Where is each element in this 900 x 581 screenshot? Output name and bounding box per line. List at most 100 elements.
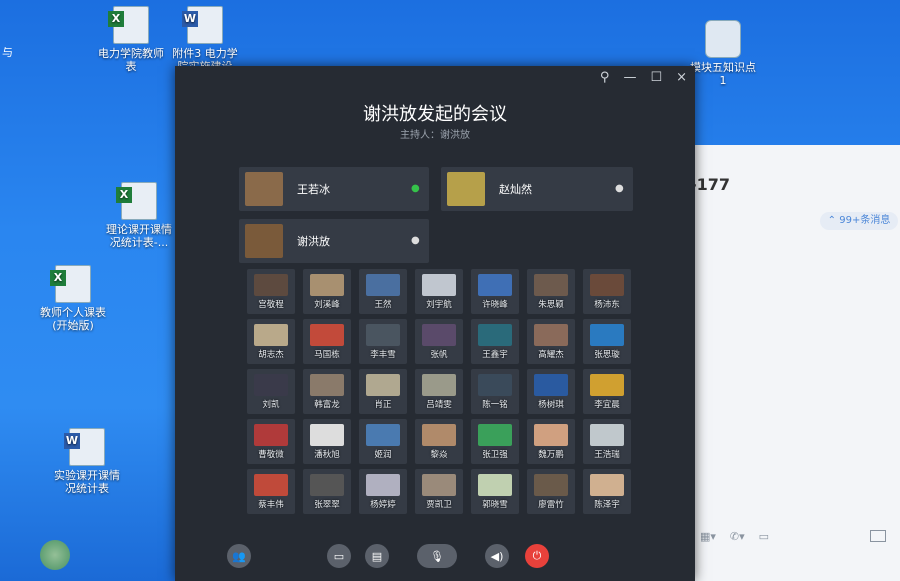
participant-tile[interactable]: 蔡丰伟 — [247, 469, 295, 514]
participant-tile[interactable]: 魏万鹏 — [527, 419, 575, 464]
participant-name: 陈泽宇 — [594, 500, 620, 510]
participant-name: 王然 — [374, 300, 392, 310]
speaker-tile[interactable]: 王若冰 ● — [239, 167, 429, 211]
avatar — [366, 374, 400, 396]
avatar — [245, 172, 283, 206]
participant-tile[interactable]: 张卫强 — [471, 419, 519, 464]
desktop-icon-teacher-table[interactable]: 电力学院教师 表 — [92, 6, 170, 73]
participant-tile[interactable]: 朱思颖 — [527, 269, 575, 314]
participant-tile[interactable]: 黎焱 — [415, 419, 463, 464]
close-button[interactable]: × — [676, 70, 687, 85]
participant-tile[interactable]: 杨沛东 — [583, 269, 631, 314]
participant-tile[interactable]: 马国栋 — [303, 319, 351, 364]
participant-tile[interactable]: 刘溪峰 — [303, 269, 351, 314]
desktop-icon-teacher-schedule[interactable]: 教师个人课表 (开始版) — [34, 265, 112, 332]
participant-tile[interactable]: 王浩瑞 — [583, 419, 631, 464]
background-chat-window[interactable]: -177 ⌃ 99+条消息 ▦▾ ✆▾ ▭ — [670, 145, 900, 581]
maximize-button[interactable]: ☐ — [650, 70, 662, 85]
participant-tile[interactable]: 韩富龙 — [303, 369, 351, 414]
participant-name: 许晓峰 — [482, 300, 508, 310]
chat-number-text: -177 — [690, 175, 731, 194]
pin-icon[interactable]: ⚲ — [600, 70, 610, 85]
speaker-tile[interactable]: 赵灿然 ● — [441, 167, 633, 211]
desktop-icon-lab-course[interactable]: 实验课开课情 况统计表 — [48, 428, 126, 495]
participant-tile[interactable]: 张思璇 — [583, 319, 631, 364]
participant-name: 吕靖雯 — [426, 400, 452, 410]
file-button[interactable]: ▤ — [365, 544, 389, 568]
participant-tile[interactable]: 廖雷竹 — [527, 469, 575, 514]
avatar — [590, 274, 624, 296]
participant-tile[interactable]: 郭晓雪 — [471, 469, 519, 514]
desktop-icon-label: 理论课开课情 况统计表-... — [106, 223, 172, 249]
mic-muted-icon: 🎙 — [430, 549, 444, 563]
window-controls: ⚲ — ☐ × — [600, 70, 687, 85]
participant-tile[interactable]: 陈泽宇 — [583, 469, 631, 514]
desktop-icon-theory-course[interactable]: 理论课开课情 况统计表-... — [100, 182, 178, 249]
participant-grid: 宫敬程 刘溪峰 王然 刘宇航 许晓峰 朱思颖 杨沛东胡志杰 马国栋 李丰雪 张帆 王鑫宇 高耀杰 张思璇… — [247, 269, 631, 514]
speaker-button[interactable]: ◀) — [485, 544, 509, 568]
participant-tile[interactable]: 王鑫宇 — [471, 319, 519, 364]
mic-icon: ● — [615, 183, 624, 194]
participant-name: 刘溪峰 — [314, 300, 340, 310]
participant-name: 郭晓雪 — [482, 500, 508, 510]
minimize-button[interactable]: — — [623, 70, 636, 85]
speaker-name: 谢洪放 — [297, 235, 330, 248]
avatar — [254, 374, 288, 396]
participant-tile[interactable]: 许晓峰 — [471, 269, 519, 314]
speaker-tile[interactable]: 谢洪放 ● — [239, 219, 429, 263]
participant-tile[interactable]: 杨婷婷 — [359, 469, 407, 514]
participant-tile[interactable]: 刘宇航 — [415, 269, 463, 314]
participant-tile[interactable]: 曹敬微 — [247, 419, 295, 464]
participant-tile[interactable]: 肖正 — [359, 369, 407, 414]
avatar — [534, 374, 568, 396]
participant-tile[interactable]: 贾凯卫 — [415, 469, 463, 514]
participant-name: 姬润 — [374, 450, 392, 460]
participant-name: 潘秋旭 — [314, 450, 340, 460]
more-messages-button[interactable]: ⌃ 99+条消息 — [820, 212, 898, 230]
participant-tile[interactable]: 杨树琪 — [527, 369, 575, 414]
mic-icon: ● — [411, 235, 420, 246]
desktop-icon-label: 教师个人课表 (开始版) — [40, 306, 106, 332]
screenshot-icon[interactable]: ▭ — [759, 530, 769, 543]
avatar — [254, 274, 288, 296]
participant-tile[interactable]: 李宜晨 — [583, 369, 631, 414]
participant-tile[interactable]: 姬润 — [359, 419, 407, 464]
participant-tile[interactable]: 高耀杰 — [527, 319, 575, 364]
send-icon[interactable] — [870, 530, 886, 542]
phone-icon[interactable]: ✆▾ — [730, 530, 745, 543]
desktop-icon-label: 模块五知识点 1 — [690, 61, 756, 87]
avatar — [447, 172, 485, 206]
desktop-edge-text: 与 — [2, 46, 13, 59]
members-icon: 👥 — [232, 549, 246, 563]
avatar — [534, 474, 568, 496]
word-file-icon — [64, 428, 105, 466]
desktop-icon-module5[interactable]: 模块五知识点 1 — [684, 20, 762, 87]
members-button[interactable]: 👥 — [227, 544, 251, 568]
participant-tile[interactable]: 陈一铭 — [471, 369, 519, 414]
speaker-name: 王若冰 — [297, 183, 330, 196]
participant-tile[interactable]: 刘凯 — [247, 369, 295, 414]
participant-tile[interactable]: 胡志杰 — [247, 319, 295, 364]
participant-tile[interactable]: 潘秋旭 — [303, 419, 351, 464]
participant-tile[interactable]: 王然 — [359, 269, 407, 314]
volume-icon: ◀) — [490, 549, 504, 563]
participant-name: 刘宇航 — [426, 300, 452, 310]
share-screen-button[interactable]: ▭ — [327, 544, 351, 568]
word-file-icon — [182, 6, 223, 44]
leave-meeting-button[interactable]: ⏻ — [525, 544, 549, 568]
participant-tile[interactable]: 张帆 — [415, 319, 463, 364]
desktop-icon-attachment3[interactable]: 附件3 电力学 院实施建设 — [166, 6, 244, 73]
mute-button[interactable]: 🎙 — [417, 544, 457, 568]
avatar — [254, 324, 288, 346]
mic-active-icon: ● — [411, 183, 420, 194]
participant-name: 陈一铭 — [482, 400, 508, 410]
participant-tile[interactable]: 吕靖雯 — [415, 369, 463, 414]
participant-tile[interactable]: 宫敬程 — [247, 269, 295, 314]
grid-icon[interactable]: ▦▾ — [700, 530, 716, 543]
participant-tile[interactable]: 张翠翠 — [303, 469, 351, 514]
participant-tile[interactable]: 李丰雪 — [359, 319, 407, 364]
chat-toolbar: ▦▾ ✆▾ ▭ — [700, 530, 769, 543]
avatar — [366, 324, 400, 346]
participant-name: 杨婷婷 — [370, 500, 396, 510]
participant-name: 蔡丰伟 — [258, 500, 284, 510]
